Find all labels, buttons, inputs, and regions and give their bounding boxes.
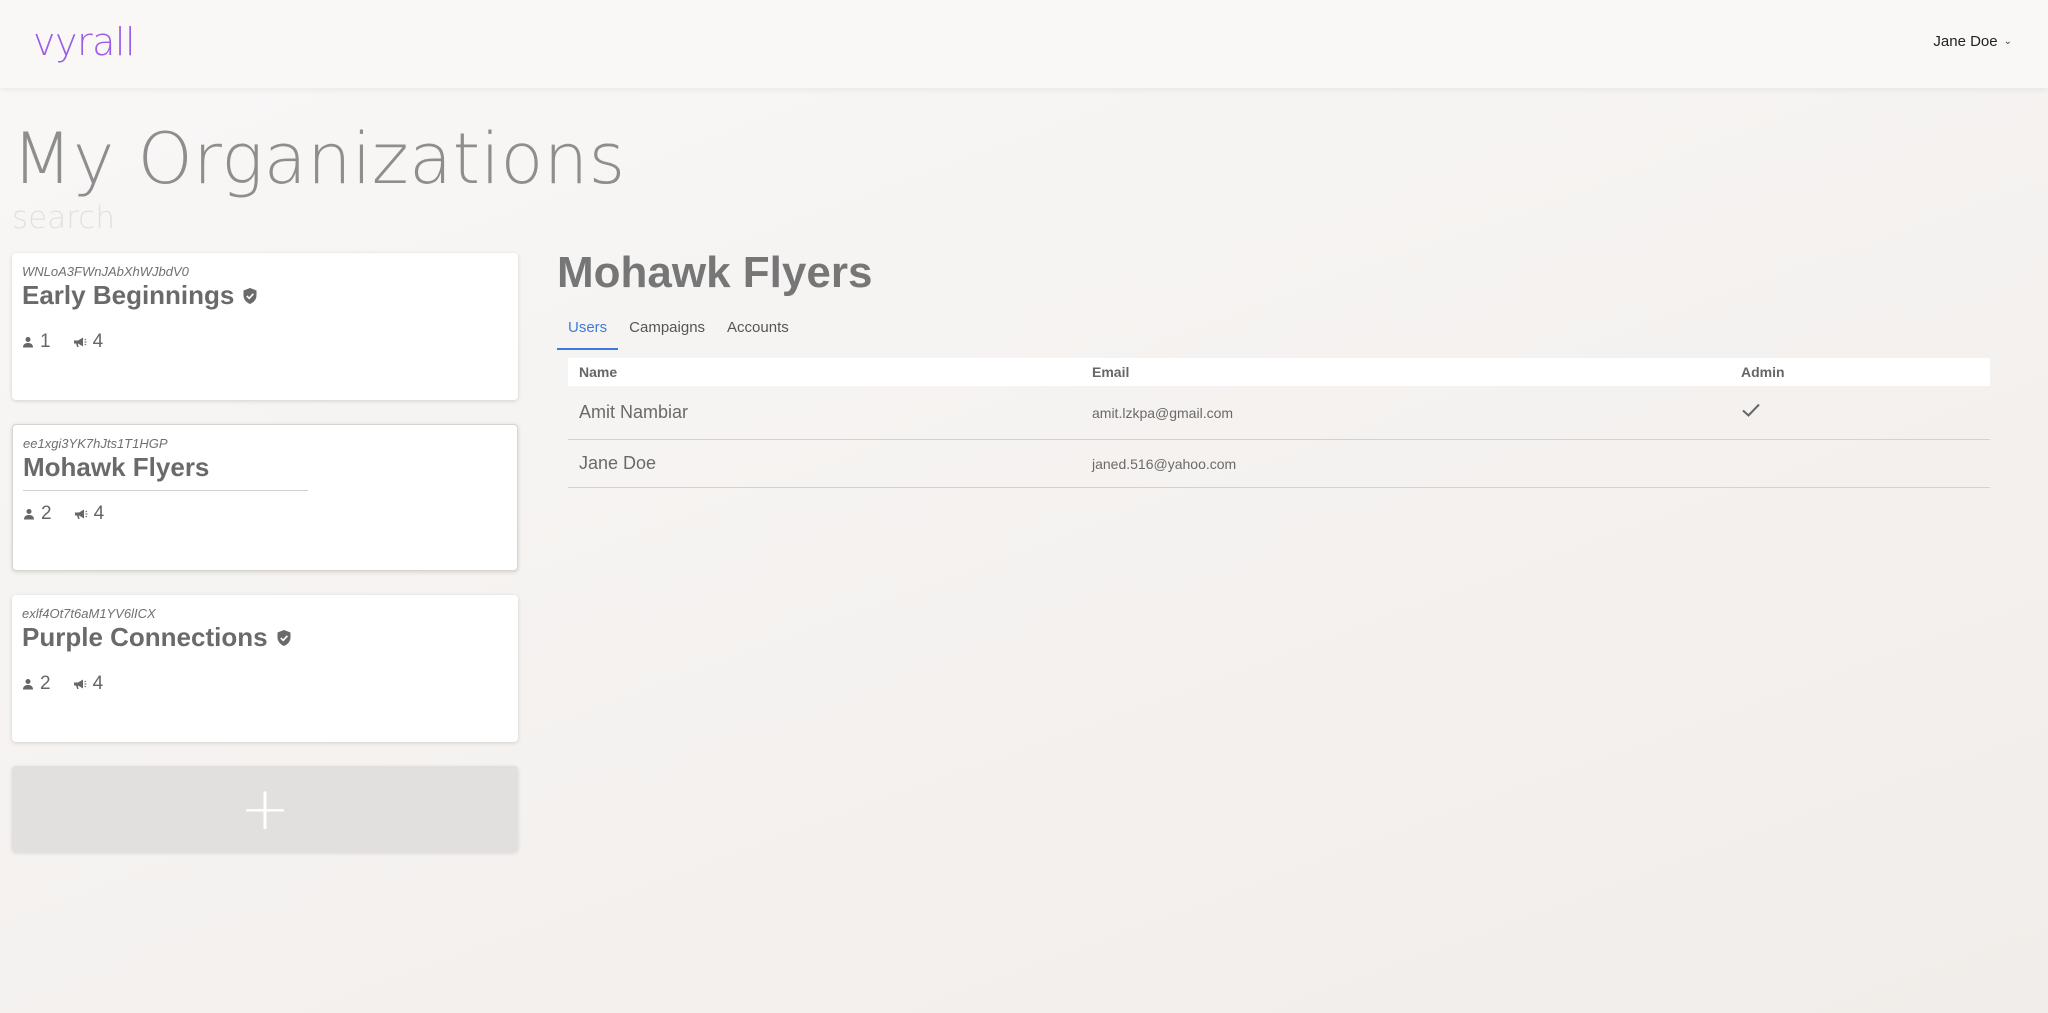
megaphone-icon xyxy=(73,679,87,689)
person-icon xyxy=(23,679,33,690)
column-header-name[interactable]: Name xyxy=(568,358,1081,386)
org-id: exlf4Ot7t6aM1YV6lICX xyxy=(22,606,156,621)
user-name: Jane Doe xyxy=(568,439,1081,488)
users-count: 2 xyxy=(23,503,52,525)
detail-title: Mohawk Flyers xyxy=(557,248,873,297)
organization-list: WNLoA3FWnJAbXhWJbdV0 Early Beginnings 1 xyxy=(12,253,518,852)
org-stats: 2 4 xyxy=(23,503,104,525)
megaphone-icon xyxy=(73,337,87,347)
org-stats: 1 4 xyxy=(22,331,103,353)
user-admin xyxy=(1730,386,1990,440)
org-card-purple-connections[interactable]: exlf4Ot7t6aM1YV6lICX Purple Connections … xyxy=(12,595,518,742)
user-menu[interactable]: Jane Doe ⌄ xyxy=(1933,33,2012,50)
user-name: Amit Nambiar xyxy=(568,386,1081,440)
page-title: My Organizations xyxy=(12,118,626,200)
person-icon xyxy=(24,509,34,520)
verified-shield-icon xyxy=(243,287,257,304)
campaigns-count: 4 xyxy=(73,331,103,353)
table-row[interactable]: Jane Doe janed.516@yahoo.com xyxy=(568,439,1990,488)
search-input[interactable] xyxy=(12,200,492,236)
tab-campaigns[interactable]: Campaigns xyxy=(618,314,716,350)
megaphone-icon xyxy=(74,509,88,519)
chevron-down-icon: ⌄ xyxy=(2003,36,2012,47)
tab-accounts[interactable]: Accounts xyxy=(716,314,800,350)
top-bar: vyrall Jane Doe ⌄ xyxy=(0,0,2048,88)
add-organization-button[interactable]: + xyxy=(12,766,518,852)
org-id: ee1xgi3YK7hJts1T1HGP xyxy=(23,436,168,451)
users-count: 2 xyxy=(22,673,51,695)
organization-detail: Mohawk Flyers Users Campaigns Accounts N… xyxy=(557,248,1990,488)
detail-tabs: Users Campaigns Accounts xyxy=(557,314,1990,350)
org-card-mohawk-flyers[interactable]: ee1xgi3YK7hJts1T1HGP Mohawk Flyers 2 4 xyxy=(12,424,518,571)
user-email: amit.lzkpa@gmail.com xyxy=(1081,386,1730,440)
org-name-text: Mohawk Flyers xyxy=(23,452,210,482)
user-email: janed.516@yahoo.com xyxy=(1081,439,1730,488)
org-card-early-beginnings[interactable]: WNLoA3FWnJAbXhWJbdV0 Early Beginnings 1 xyxy=(12,253,518,400)
person-icon xyxy=(23,337,33,348)
org-name-underline: Mohawk Flyers xyxy=(23,452,308,491)
org-id: WNLoA3FWnJAbXhWJbdV0 xyxy=(22,264,189,279)
org-name: Mohawk Flyers xyxy=(23,452,209,483)
column-header-email[interactable]: Email xyxy=(1081,358,1730,386)
org-name: Early Beginnings xyxy=(22,280,258,311)
org-name-text: Early Beginnings xyxy=(22,280,235,310)
verified-shield-icon xyxy=(277,629,291,646)
column-header-admin[interactable]: Admin xyxy=(1730,358,1990,386)
org-name: Purple Connections xyxy=(22,622,292,653)
tab-users[interactable]: Users xyxy=(557,314,619,350)
campaigns-count: 4 xyxy=(73,673,103,695)
plus-icon: + xyxy=(239,774,291,844)
table-row[interactable]: Amit Nambiar amit.lzkpa@gmail.com xyxy=(568,386,1990,440)
users-count: 1 xyxy=(22,331,51,353)
app-logo[interactable]: vyrall xyxy=(33,20,136,64)
org-name-text: Purple Connections xyxy=(22,622,268,652)
users-table: Name Email Admin Amit Nambiar amit.lzkpa… xyxy=(568,358,1990,488)
user-admin xyxy=(1730,439,1990,488)
table-header-row: Name Email Admin xyxy=(568,358,1990,386)
campaigns-count: 4 xyxy=(74,503,104,525)
checkmark-icon xyxy=(1742,403,1760,417)
user-menu-name: Jane Doe xyxy=(1933,33,1998,50)
org-stats: 2 4 xyxy=(22,673,103,695)
